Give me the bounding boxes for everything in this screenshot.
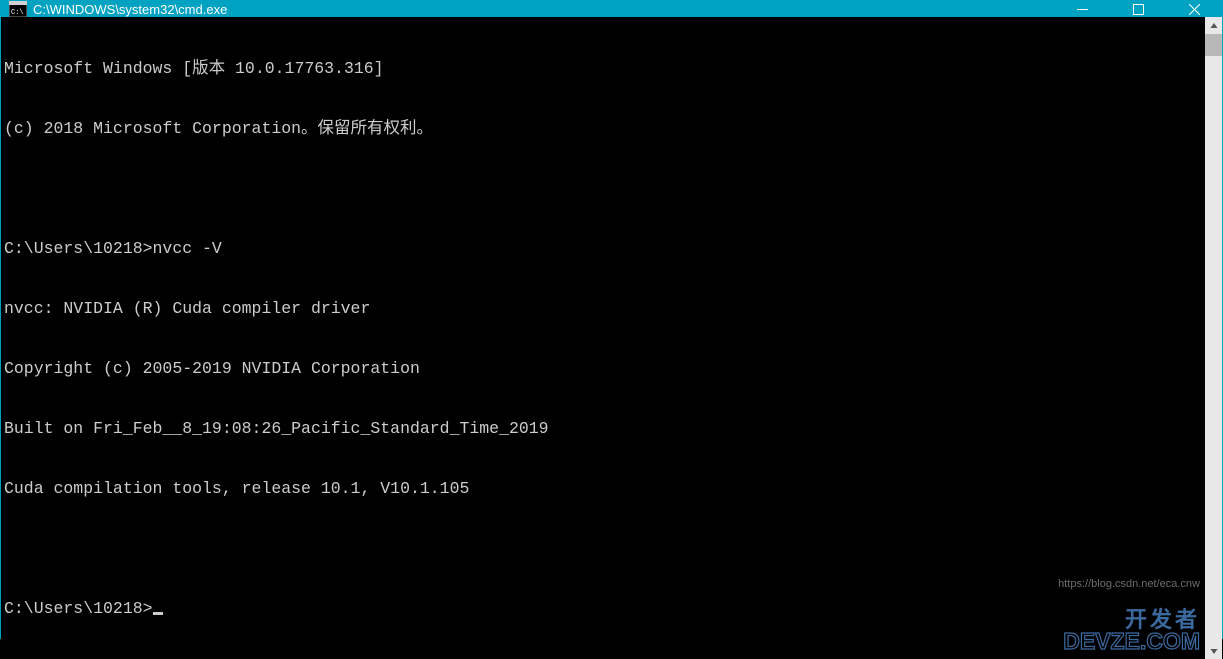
window-title: C:\WINDOWS\system32\cmd.exe bbox=[33, 2, 1054, 17]
terminal-output[interactable]: Microsoft Windows [版本 10.0.17763.316] (c… bbox=[1, 17, 1205, 659]
window-controls bbox=[1054, 1, 1222, 17]
terminal-line bbox=[4, 539, 1205, 559]
cmd-icon: C:\ bbox=[9, 1, 27, 17]
titlebar[interactable]: C:\ C:\WINDOWS\system32\cmd.exe bbox=[1, 1, 1222, 17]
terminal-line: Built on Fri_Feb__8_19:08:26_Pacific_Sta… bbox=[4, 419, 1205, 439]
terminal-line bbox=[4, 179, 1205, 199]
close-button[interactable] bbox=[1166, 1, 1222, 17]
scroll-up-button[interactable] bbox=[1205, 17, 1222, 34]
cmd-window: C:\ C:\WINDOWS\system32\cmd.exe Microsof… bbox=[0, 0, 1223, 639]
terminal-cursor bbox=[153, 612, 163, 615]
maximize-button[interactable] bbox=[1110, 1, 1166, 17]
terminal-prompt-line: C:\Users\10218> bbox=[4, 599, 1205, 619]
content-area: Microsoft Windows [版本 10.0.17763.316] (c… bbox=[1, 17, 1222, 659]
svg-text:C:\: C:\ bbox=[11, 9, 24, 17]
scroll-down-button[interactable] bbox=[1205, 642, 1222, 659]
terminal-line: Copyright (c) 2005-2019 NVIDIA Corporati… bbox=[4, 359, 1205, 379]
terminal-line: (c) 2018 Microsoft Corporation。保留所有权利。 bbox=[4, 119, 1205, 139]
terminal-line: C:\Users\10218>nvcc -V bbox=[4, 239, 1205, 259]
terminal-line: Microsoft Windows [版本 10.0.17763.316] bbox=[4, 59, 1205, 79]
terminal-prompt: C:\Users\10218> bbox=[4, 599, 153, 618]
terminal-line: Cuda compilation tools, release 10.1, V1… bbox=[4, 479, 1205, 499]
minimize-button[interactable] bbox=[1054, 1, 1110, 17]
scroll-track[interactable] bbox=[1205, 34, 1222, 642]
terminal-line: nvcc: NVIDIA (R) Cuda compiler driver bbox=[4, 299, 1205, 319]
scroll-thumb[interactable] bbox=[1205, 34, 1222, 56]
vertical-scrollbar[interactable] bbox=[1205, 17, 1222, 659]
